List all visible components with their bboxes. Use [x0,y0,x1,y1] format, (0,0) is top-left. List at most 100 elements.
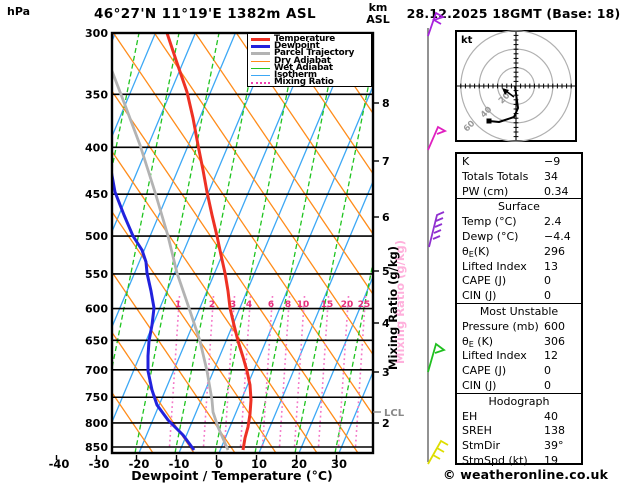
isotherm-line-sample [251,75,270,77]
index-row: Temp (°C) 2.4 [457,214,581,229]
wind-barb-top [427,11,446,37]
index-label: Lifted Index [462,259,527,273]
index-label: EH [462,409,478,423]
index-value: 0 [544,289,551,303]
temperature-line-sample [251,38,270,42]
panel-section-surface: Surface Temp (°C) 2.4 Dewp (°C) −4.4 θE(K) 296… [457,198,581,303]
index-row: CAPE (J) 0 [457,273,581,288]
index-value: 600 [544,319,565,333]
index-label: θE (K) [462,334,494,349]
dry-adiabat-line [113,151,318,452]
index-label: StmDir [462,439,501,453]
index-label: θE(K) [462,244,490,259]
temp-tick-label: -30 [89,457,110,471]
hodograph: kt204060 [455,30,577,142]
index-row: SREH 138 [457,423,581,438]
hodograph-unit-label: kt [461,35,473,46]
pressure-tick-label: 400 [85,141,108,154]
index-value: 40 [544,409,558,423]
wind-barb-mid [434,223,443,228]
pressure-tick-label: 700 [85,364,108,377]
pressure-tick-label: 450 [85,188,108,201]
index-label: Lifted Index [462,349,527,363]
dewpoint-curve [113,34,196,451]
index-value: 19 [544,453,558,467]
mixing-ratio-value-label: 8 [285,300,291,310]
isotherm-line [298,277,372,452]
index-row: θE(K) 296 [457,244,581,259]
dry-adiabat-line [195,34,372,294]
mixing-ratio-axis-label: Mixing Ratio (g/kg) [386,246,400,370]
pressure-tick-label: 800 [85,417,108,430]
panel-section-most-unstable: Most Unstable Pressure (mb) 600 θE (K) 306 Li… [457,302,581,393]
index-label: CAPE (J) [462,364,507,378]
mixing-ratio-value-label: 2 [209,300,215,310]
index-value: 12 [544,349,558,363]
pressure-tick-label: 600 [85,303,108,316]
index-label: Dewp (°C) [462,229,519,243]
index-label: Totals Totals [462,169,529,183]
km-tick-label: 7 [382,155,390,168]
temp-tick-label: -40 [49,457,70,471]
index-value: 0 [544,378,551,392]
index-label: CIN (J) [462,289,497,303]
dry-adiabat-line [113,272,236,452]
pressure-tick-label: 350 [85,88,108,101]
legend-label: Mixing Ratio [274,77,334,88]
index-value: 0 [544,274,551,288]
index-value: −4.4 [544,229,571,243]
mixing-ratio-value-label: 15 [321,300,334,310]
wind-barb-bottom [436,447,445,453]
pressure-tick-label: 300 [85,27,108,40]
dry-adiabat-line [113,393,154,452]
wind-barb-mid [432,235,441,240]
x-axis-title: Dewpoint / Temperature (°C) [131,468,332,483]
index-value: 39° [544,439,564,453]
index-value: −9 [544,155,561,168]
pressure-tick-label: 850 [85,441,108,454]
pressure-tick-label: 550 [85,268,108,281]
mixing-ratio-line [317,295,330,448]
index-value: 296 [544,244,565,258]
pressure-tick-label: 650 [85,334,108,347]
km-tick-label: 6 [382,211,390,224]
mixing-ratio-value-label: 10 [297,300,310,310]
mixing-ratio-line [278,295,291,448]
index-label: K [462,155,470,168]
mixing-ratio-value-label: 1 [175,300,181,310]
pressure-tick-label: 750 [85,391,108,404]
temp-tick-label: 30 [331,457,347,471]
index-value: 13 [544,259,558,273]
copyright-watermark: © weatheronline.co.uk [443,467,609,482]
mixing-ratio-line-sample [251,81,270,84]
mixing-ratio-value-label: 20 [341,300,354,310]
index-row: Pressure (mb) 600 [457,319,581,334]
panel-section-hodograph: Hodograph EH 40 SREH 138 StmDir 39° StmSpd (kt)… [457,392,581,468]
index-value: 306 [544,334,565,348]
parcel-trajectory-curve [113,70,230,451]
km-tick-label: 8 [382,97,390,110]
index-row: Totals Totals 34 [457,169,581,184]
index-row: K −9 [457,154,581,169]
index-row: StmDir 39° [457,438,581,453]
panel-section-stability: K −9 Totals Totals 34 PW (cm) 0.34 [457,154,581,198]
wind-barb-lower [427,342,446,373]
index-label: StmSpd (kt) [462,453,528,467]
dry-adiabat-line [113,91,359,452]
indices-panel: K −9 Totals Totals 34 PW (cm) 0.34 Surface Temp… [455,152,583,468]
index-row: PW (cm) 0.34 [457,184,581,199]
section-header: Hodograph [488,394,550,408]
parcel-trajectory-line-sample [251,52,270,56]
mixing-ratio-value-label: 4 [246,300,252,310]
index-row: CIN (J) 0 [457,288,581,303]
mixing-ratio-line [354,295,367,448]
index-row: CIN (J) 0 [457,378,581,393]
dewpoint-line-sample [251,45,270,49]
index-row: EH 40 [457,409,581,424]
index-value: 138 [544,424,565,438]
chart-legend: Temperature Dewpoint Parcel Trajectory Dry … [247,33,372,87]
hodograph-trace-end-marker [486,118,492,124]
index-label: SREH [462,424,492,438]
index-label: Temp (°C) [462,215,517,229]
wind-barb-column [427,11,449,465]
